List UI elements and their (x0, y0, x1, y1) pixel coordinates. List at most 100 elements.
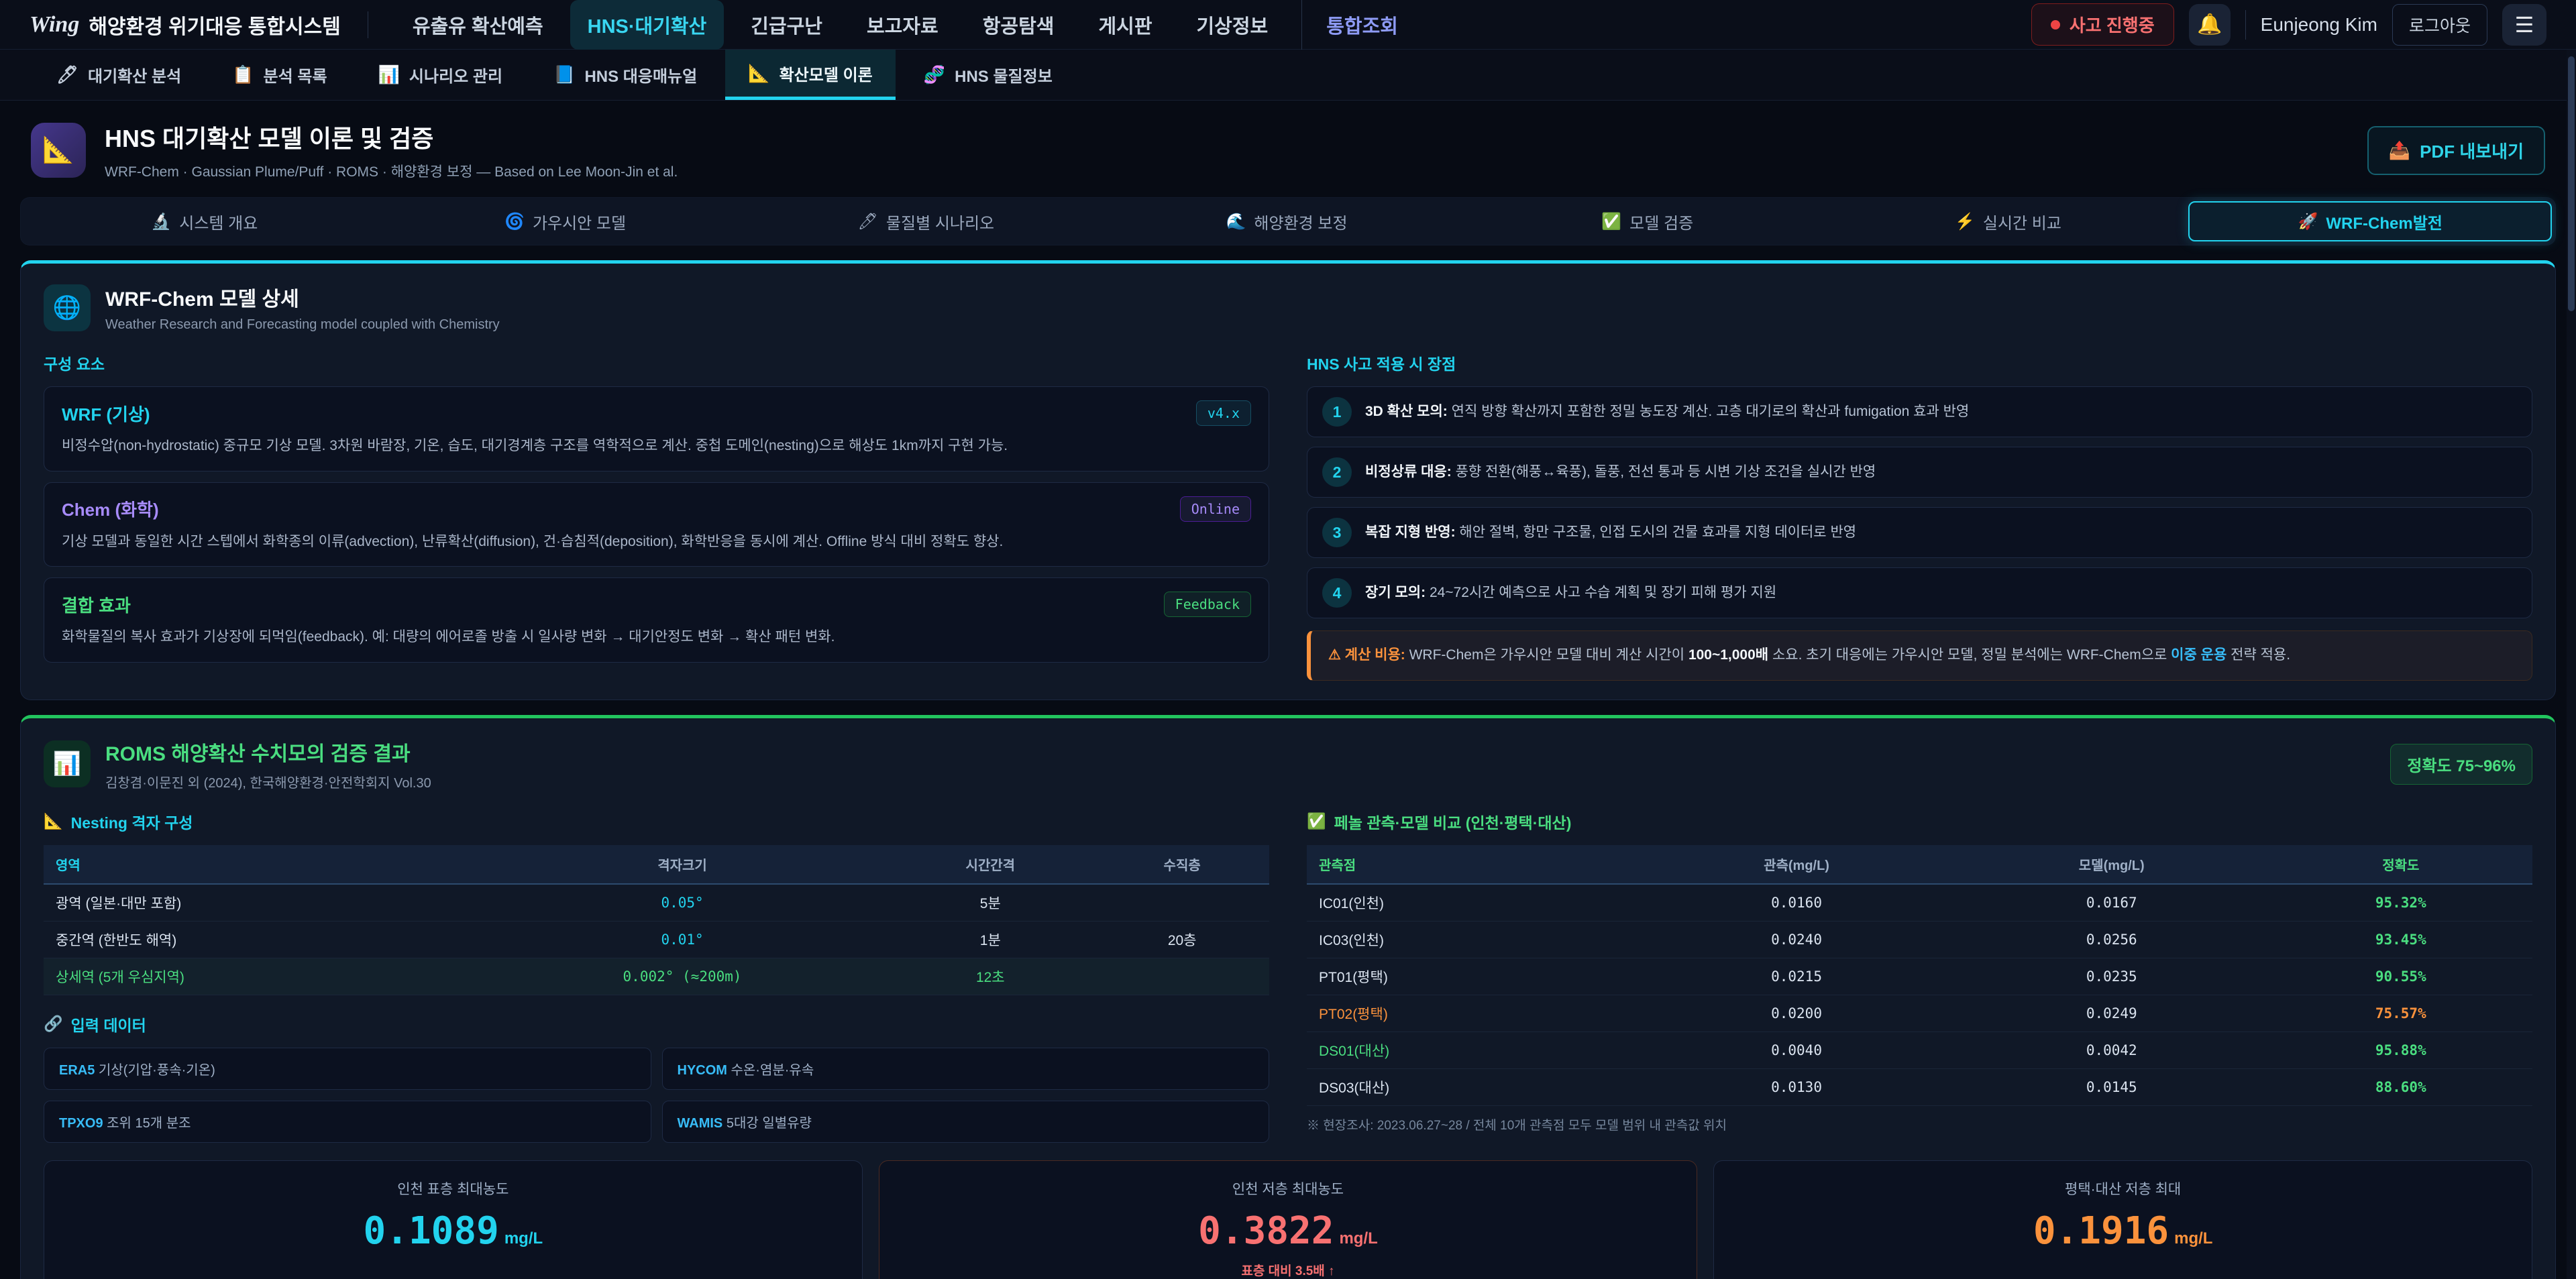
subtab-hns-manual[interactable]: 📘 HNS 대응매뉴얼 (531, 50, 720, 100)
nav-integrated-search[interactable]: 통합조회 (1301, 0, 1415, 50)
book-icon: 📘 (553, 64, 575, 85)
warning-icon: ⚠ (1328, 647, 1341, 663)
wrf-components-column: 구성 요소 WRF (기상) v4.x 비정수압(non-hydrostatic… (44, 349, 1269, 681)
dual-operation-link[interactable]: 이중 운용 (2171, 647, 2226, 663)
tab-system-overview[interactable]: 🔬 시스템 개요 (24, 201, 385, 241)
export-icon: 📤 (2389, 140, 2410, 161)
online-badge: Online (1180, 496, 1251, 522)
table-row: PT02(평택) 0.0200 0.0249 75.57% (1307, 995, 2532, 1032)
roms-validation-card: 📊 ROMS 해양확산 수치모의 검증 결과 김창겸·이문진 외 (2024),… (20, 715, 2556, 1279)
tab-wrf-chem-advanced[interactable]: 🚀 WRF-Chem발전 (2188, 201, 2552, 241)
roms-columns: 📐 Nesting 격자 구성 영역 격자크기 시간간격 수직층 광역 (일본·… (44, 808, 2532, 1143)
page-header: 📐 HNS 대기확산 모델 이론 및 검증 WRF-Chem · Gaussia… (0, 101, 2576, 185)
phenol-compare-column: ✅ 페놀 관측·모델 비교 (인천·평택·대산) 관측점 관측(mg/L) 모델… (1307, 808, 2532, 1143)
wrf-card-title: WRF-Chem 모델 상세 (105, 282, 500, 312)
divider (2245, 10, 2246, 40)
input-tpxo9: TPXO9 조위 15개 분조 (44, 1101, 651, 1143)
table-row: PT01(평택) 0.0215 0.0235 90.55% (1307, 958, 2532, 995)
tab-model-validation[interactable]: ✅ 모델 검증 (1467, 201, 1828, 241)
logo-wave-mark: Wing (30, 12, 79, 38)
nav-weather[interactable]: 기상정보 (1179, 0, 1286, 50)
triangle-ruler-icon: 📐 (44, 812, 63, 830)
nav-hns-diffusion[interactable]: HNS·대기확산 (570, 0, 724, 50)
component-title: Chem (화학) (62, 496, 159, 521)
tab-substance-scenarios[interactable]: 🖊 물질별 시나리오 (745, 201, 1106, 241)
table-row: 광역 (일본·대만 포함) 0.05° 5분 (44, 884, 1269, 922)
topbar: Wing 해양환경 위기대응 통합시스템 유출유 확산예측 HNS·대기확산 긴… (0, 0, 2576, 50)
scrollbar-thumb[interactable] (2568, 56, 2575, 311)
stat-value: 0.3822 (1198, 1209, 1334, 1253)
app-logo[interactable]: Wing 해양환경 위기대응 통합시스템 (30, 10, 341, 40)
compare-heading: ✅ 페놀 관측·모델 비교 (인천·평택·대산) (1307, 810, 2532, 833)
rocket-icon: 🚀 (2298, 212, 2318, 231)
incident-status-badge[interactable]: 사고 진행중 (2031, 3, 2174, 46)
page-icon-badge: 📐 (31, 123, 86, 178)
triangle-ruler-icon: 📐 (42, 135, 74, 165)
dna-icon: 🧬 (924, 64, 945, 85)
wrf-advantages-column: HNS 사고 적용 시 장점 1 3D 확산 모의: 연직 방향 확산까지 포함… (1307, 349, 2532, 681)
subtab-scenario-management[interactable]: 📊 시나리오 관리 (356, 50, 526, 100)
hamburger-menu-button[interactable]: ☰ (2502, 4, 2546, 46)
nesting-grid-table: 영역 격자크기 시간간격 수직층 광역 (일본·대만 포함) 0.05° 5분 … (44, 845, 1269, 995)
nav-board[interactable]: 게시판 (1081, 0, 1169, 50)
page-titles: HNS 대기확산 모델 이론 및 검증 WRF-Chem · Gaussian … (105, 119, 678, 181)
lightning-icon: ⚡ (1955, 212, 1975, 231)
subtab-analysis-list[interactable]: 📋 분석 목록 (209, 50, 350, 100)
number-badge: 2 (1322, 457, 1352, 487)
tab-realtime-compare[interactable]: ⚡ 실시간 비교 (1828, 201, 2189, 241)
nav-aerial-search[interactable]: 항공탐색 (965, 0, 1072, 50)
stat-incheon-surface: 인천 표층 최대농도 0.1089mg/L (44, 1160, 863, 1279)
subtab-model-theory[interactable]: 📐 확산모델 이론 (725, 50, 896, 100)
app-title: 해양환경 위기대응 통합시스템 (89, 10, 340, 40)
subtab-hns-substance-info[interactable]: 🧬 HNS 물질정보 (901, 50, 1075, 100)
page-scrollbar[interactable] (2567, 50, 2576, 1279)
wrf-columns: 구성 요소 WRF (기상) v4.x 비정수압(non-hydrostatic… (44, 349, 2532, 681)
component-desc: 화학물질의 복사 효과가 기상장에 되먹임(feedback). 예: 대량의 … (62, 626, 1251, 649)
chart-icon: 📊 (44, 740, 91, 787)
advantage-item: 1 3D 확산 모의: 연직 방향 확산까지 포함한 정밀 농도장 계산. 고층… (1307, 386, 2532, 437)
nav-oil-spill[interactable]: 유출유 확산예측 (395, 0, 561, 50)
pdf-export-button[interactable]: 📤 PDF 내보내기 (2367, 126, 2545, 175)
triangle-ruler-icon: 📐 (748, 63, 769, 84)
advantage-item: 4 장기 모의: 24~72시간 예측으로 사고 수습 계획 및 장기 피해 평… (1307, 567, 2532, 618)
nesting-column: 📐 Nesting 격자 구성 영역 격자크기 시간간격 수직층 광역 (일본·… (44, 808, 1269, 1143)
survey-note: ※ 현장조사: 2023.06.27~28 / 전체 10개 관측점 모두 모델… (1307, 1115, 2532, 1133)
concentration-stats: 인천 표층 최대농도 0.1089mg/L 인천 저층 최대농도 0.3822m… (44, 1160, 2532, 1279)
logout-button[interactable]: 로그아웃 (2392, 4, 2487, 46)
hamburger-icon: ☰ (2515, 12, 2534, 38)
phenol-compare-table: 관측점 관측(mg/L) 모델(mg/L) 정확도 IC01(인천) 0.016… (1307, 845, 2532, 1106)
page-subtitle: WRF-Chem · Gaussian Plume/Puff · ROMS · … (105, 161, 678, 181)
wrf-card-header: 🌐 WRF-Chem 모델 상세 Weather Research and Fo… (44, 282, 2532, 333)
topbar-right: 사고 진행중 🔔 Eunjeong Kim 로그아웃 ☰ (2031, 3, 2546, 46)
component-coupling: 결합 효과 Feedback 화학물질의 복사 효과가 기상장에 되먹임(fee… (44, 577, 1269, 663)
stat-sub-label: 표층 대비 3.5배 ↑ (897, 1261, 1680, 1279)
check-icon: ✅ (1307, 812, 1326, 830)
table-row: IC03(인천) 0.0240 0.0256 93.45% (1307, 921, 2532, 958)
version-badge: v4.x (1196, 400, 1251, 426)
user-name: Eunjeong Kim (2261, 14, 2377, 36)
stat-value: 0.1089 (364, 1209, 499, 1253)
link-icon: 🔗 (44, 1015, 63, 1033)
advantage-item: 3 복잡 지형 반영: 해안 절벽, 항만 구조물, 인접 도시의 건물 효과를… (1307, 507, 2532, 558)
tab-gaussian-model[interactable]: 🌀 가우시안 모델 (385, 201, 746, 241)
component-chem: Chem (화학) Online 기상 모델과 동일한 시간 스텝에서 화학종의… (44, 482, 1269, 567)
table-row: IC01(인천) 0.0160 0.0167 95.32% (1307, 884, 2532, 922)
table-row: DS03(대산) 0.0130 0.0145 88.60% (1307, 1068, 2532, 1105)
incident-label: 사고 진행중 (2070, 12, 2155, 37)
notification-bell-button[interactable]: 🔔 (2189, 4, 2231, 46)
microscope-icon: 🔬 (151, 212, 171, 231)
nav-rescue[interactable]: 긴급구난 (733, 0, 840, 50)
tab-marine-correction[interactable]: 🌊 해양환경 보정 (1106, 201, 1467, 241)
main-nav: 유출유 확산예측 HNS·대기확산 긴급구난 보고자료 항공탐색 게시판 기상정… (395, 0, 2004, 50)
theory-tab-strip: 🔬 시스템 개요 🌀 가우시안 모델 🖊 물질별 시나리오 🌊 해양환경 보정 … (20, 197, 2556, 245)
incident-dot-icon (2051, 20, 2060, 30)
component-title: 결합 효과 (62, 592, 131, 617)
subtab-diffusion-analysis[interactable]: 🖊 대기확산 분석 (34, 50, 204, 100)
components-heading: 구성 요소 (44, 351, 1269, 374)
table-row: 상세역 (5개 우심지역) 0.002° (≈200m) 12초 (44, 958, 1269, 995)
input-wamis: WAMIS 5대강 일별유량 (662, 1101, 1270, 1143)
input-era5: ERA5 기상(기압·풍속·기온) (44, 1048, 651, 1090)
roms-card-subtitle: 김창겸·이문진 외 (2024), 한국해양환경·안전학회지 Vol.30 (105, 772, 431, 791)
pen-icon: 🖊 (56, 64, 78, 85)
nav-reports[interactable]: 보고자료 (849, 0, 956, 50)
